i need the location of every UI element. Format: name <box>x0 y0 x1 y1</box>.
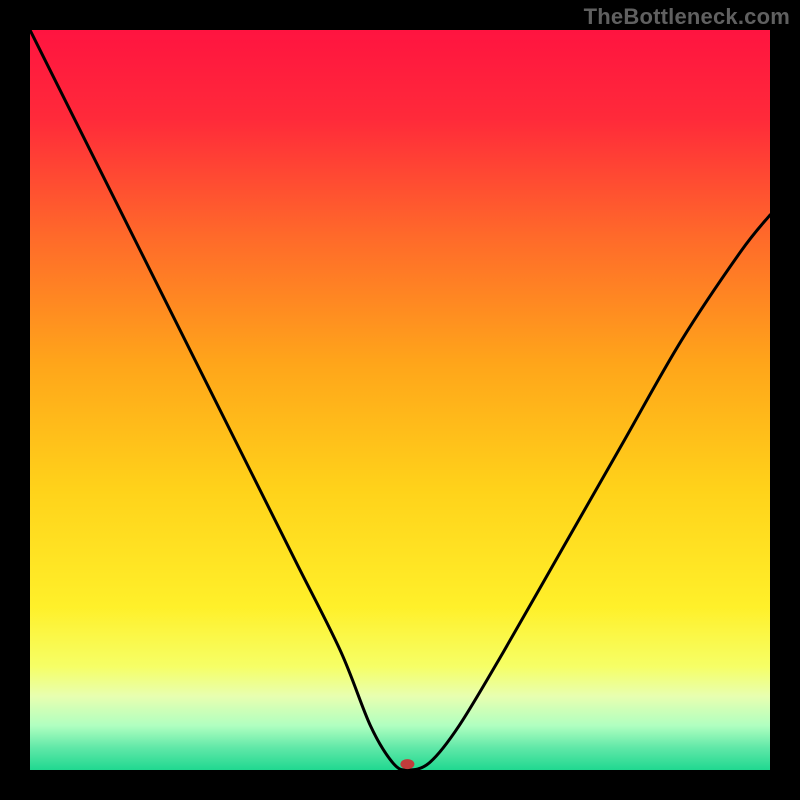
chart-frame: TheBottleneck.com <box>0 0 800 800</box>
optimum-marker <box>400 759 414 769</box>
plot-area <box>30 30 770 770</box>
attribution-text: TheBottleneck.com <box>584 4 790 30</box>
gradient-rect <box>30 30 770 770</box>
chart-svg <box>30 30 770 770</box>
